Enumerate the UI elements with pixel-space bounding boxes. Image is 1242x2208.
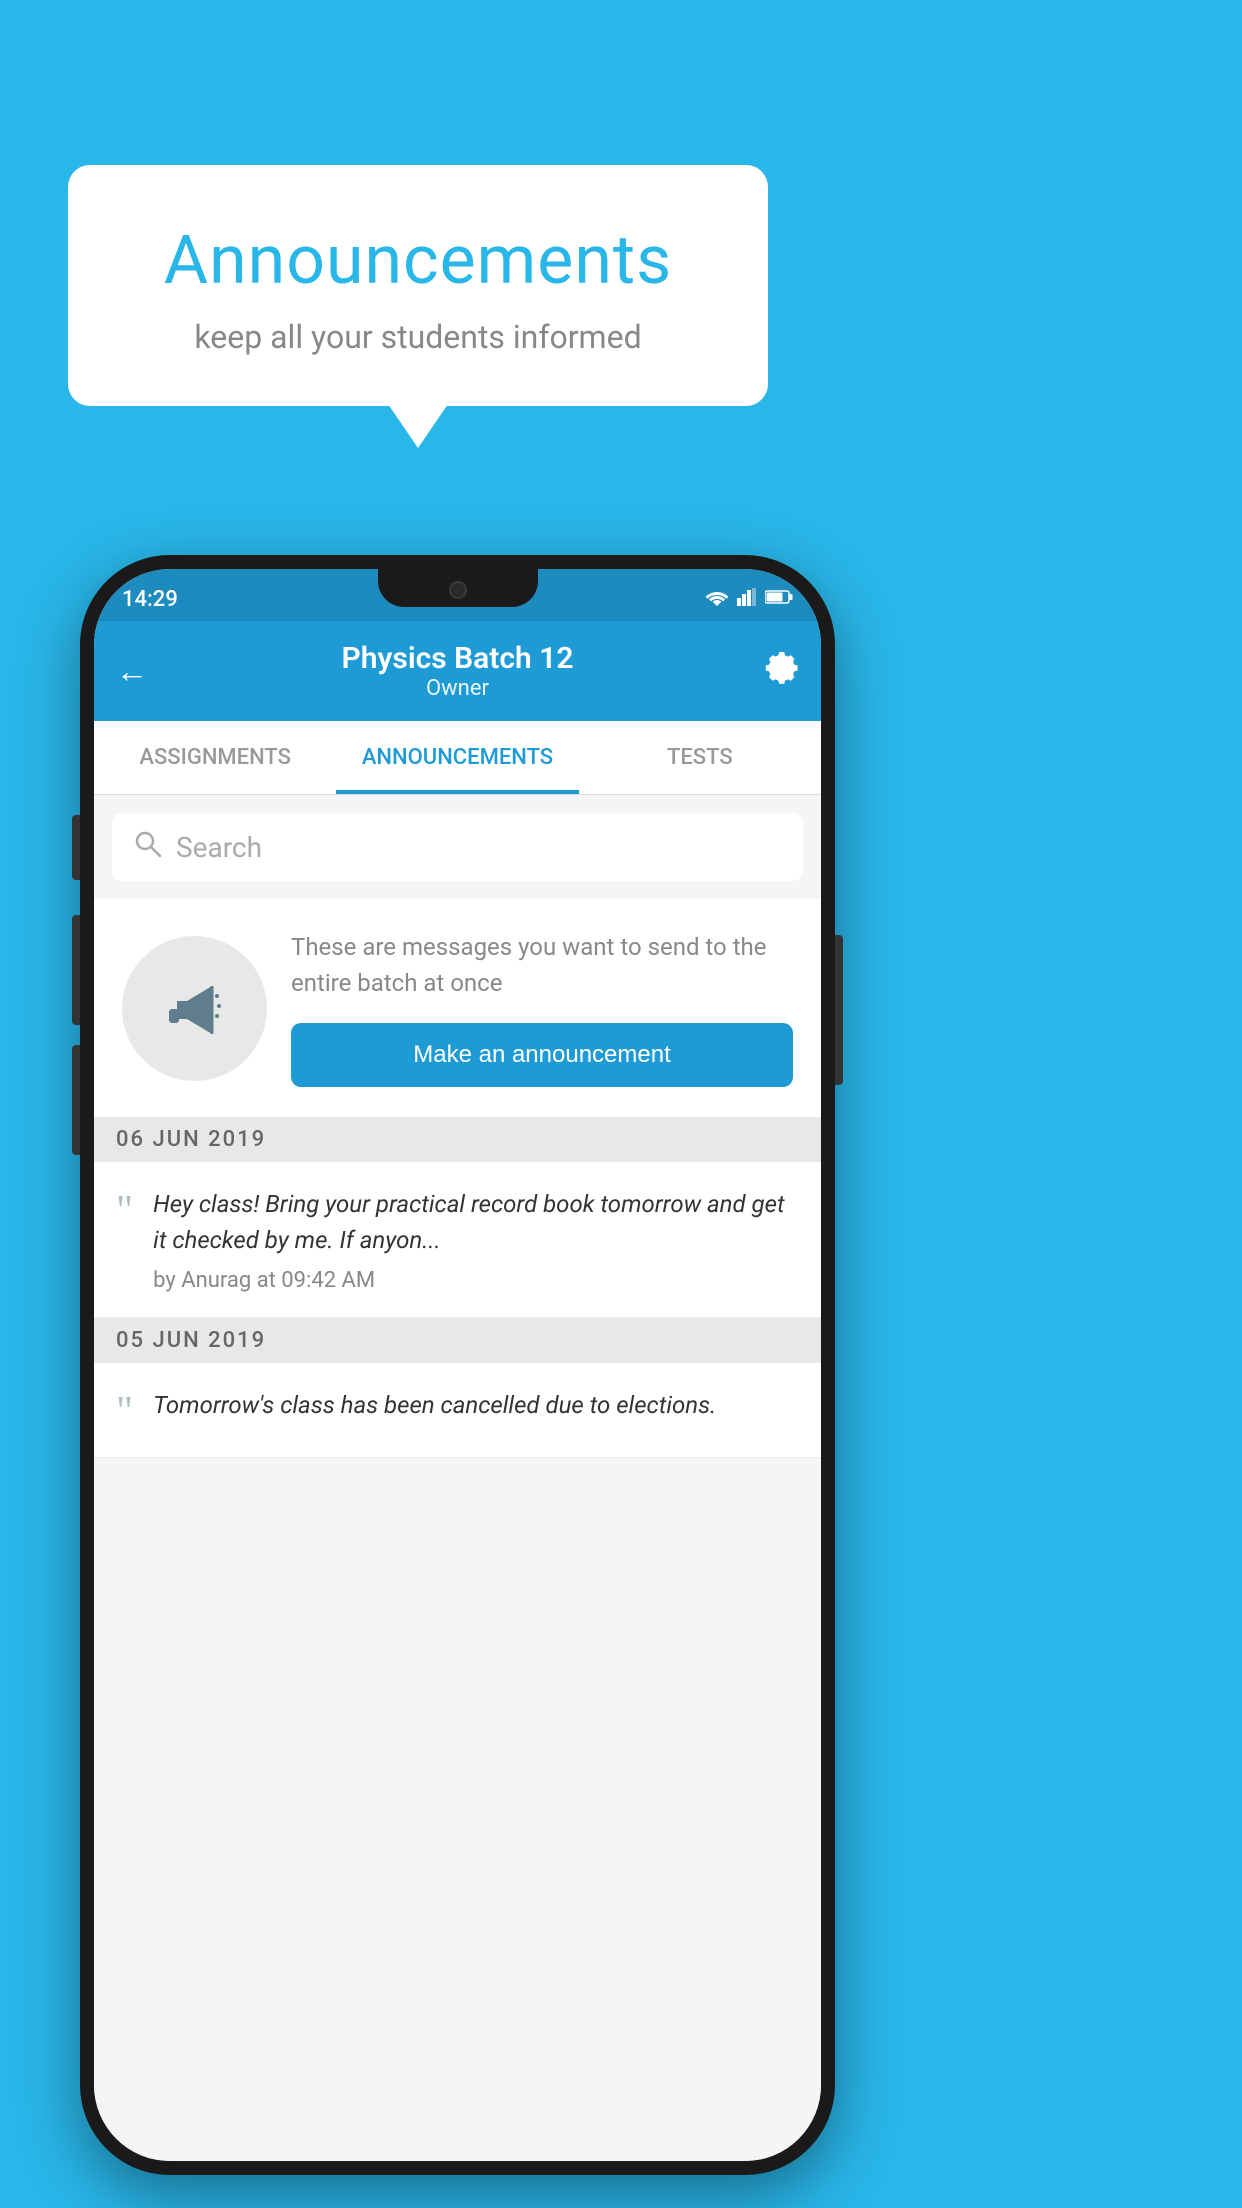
header-title: Physics Batch 12 (342, 641, 574, 676)
back-button[interactable]: ← (116, 652, 148, 690)
tab-tests[interactable]: TESTS (579, 721, 821, 794)
prompt-text: These are messages you want to send to t… (291, 929, 793, 1001)
megaphone-circle (122, 936, 267, 1081)
search-icon (134, 830, 162, 865)
date-label-2: 05 JUN 2019 (116, 1328, 266, 1353)
volume-mute-button (72, 815, 80, 880)
prompt-right: These are messages you want to send to t… (291, 929, 793, 1087)
volume-up-button (72, 915, 80, 1025)
announcement-text-2: Tomorrow's class has been cancelled due … (153, 1387, 799, 1423)
announcement-body-1: Hey class! Bring your practical record b… (153, 1186, 799, 1293)
make-announcement-button[interactable]: Make an announcement (291, 1023, 793, 1087)
volume-down-button (72, 1045, 80, 1155)
speech-bubble: Announcements keep all your students inf… (68, 165, 768, 406)
date-divider-2: 05 JUN 2019 (94, 1318, 821, 1363)
tab-bar: ASSIGNMENTS ANNOUNCEMENTS TESTS (94, 721, 821, 795)
announcement-body-2: Tomorrow's class has been cancelled due … (153, 1387, 799, 1433)
content-area: Search These are messages you want to se… (94, 795, 821, 2161)
announcement-meta-1: by Anurag at 09:42 AM (153, 1268, 799, 1293)
tab-announcements[interactable]: ANNOUNCEMENTS (336, 721, 578, 794)
header-subtitle: Owner (342, 676, 574, 701)
search-bar[interactable]: Search (112, 813, 803, 881)
megaphone-icon (157, 971, 232, 1046)
date-label-1: 06 JUN 2019 (116, 1127, 266, 1152)
announcement-item-1[interactable]: " Hey class! Bring your practical record… (94, 1162, 821, 1318)
app-header: ← Physics Batch 12 Owner (94, 621, 821, 721)
date-divider-1: 06 JUN 2019 (94, 1117, 821, 1162)
quote-icon-1: " (116, 1186, 133, 1232)
wifi-icon (705, 588, 729, 610)
front-camera (449, 581, 467, 599)
bubble-subtitle: keep all your students informed (118, 318, 718, 356)
announcement-prompt: These are messages you want to send to t… (94, 899, 821, 1117)
announcement-text-1: Hey class! Bring your practical record b… (153, 1186, 799, 1258)
quote-icon-2: " (116, 1387, 133, 1433)
status-time: 14:29 (122, 587, 178, 612)
search-placeholder: Search (176, 831, 262, 864)
power-button (835, 935, 843, 1085)
phone-mockup: 14:29 (80, 555, 835, 2175)
bubble-title: Announcements (118, 220, 718, 300)
phone-screen: 14:29 (94, 569, 821, 2161)
signal-icon (737, 588, 757, 610)
phone-notch (378, 569, 538, 607)
settings-icon[interactable] (765, 650, 799, 692)
status-icons (705, 588, 793, 610)
battery-icon (765, 589, 793, 609)
announcement-item-2[interactable]: " Tomorrow's class has been cancelled du… (94, 1363, 821, 1458)
tab-assignments[interactable]: ASSIGNMENTS (94, 721, 336, 794)
header-center: Physics Batch 12 Owner (342, 641, 574, 701)
